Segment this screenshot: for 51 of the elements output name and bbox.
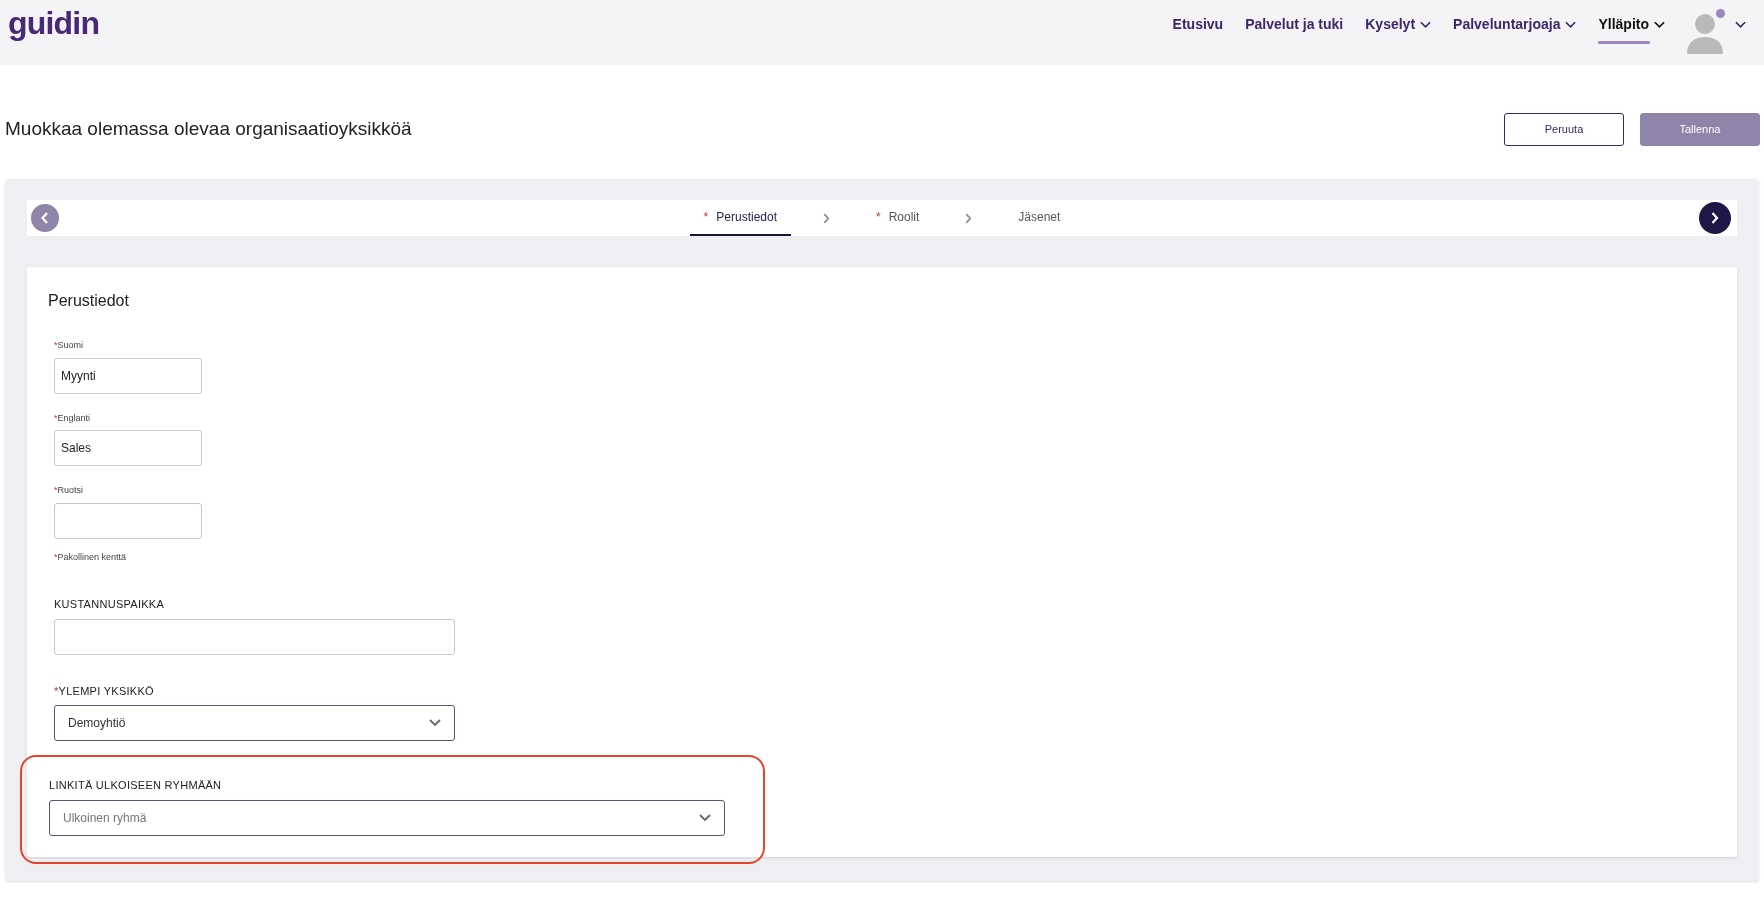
chevron-right-icon <box>965 212 973 224</box>
nav-link[interactable]: Ylläpito <box>1598 14 1665 35</box>
chevron-right-icon <box>1711 212 1719 224</box>
required-mark: * <box>54 411 58 425</box>
field-label: LINKITÄ ULKOISEEN RYHMÄÄN <box>49 778 222 793</box>
next-button[interactable] <box>1699 202 1731 234</box>
text-field[interactable] <box>54 618 455 655</box>
field-label: Suomi <box>57 339 84 352</box>
field-label: KUSTANNUSPAIKKA <box>54 597 165 612</box>
cancel-button[interactable]: Peruuta <box>1504 113 1624 146</box>
step-tab[interactable]: * Perustiedot <box>689 200 791 236</box>
step-tab[interactable]: * Roolit <box>862 200 934 236</box>
dropdown-field[interactable]: Demoyhtiö <box>54 705 455 741</box>
required-mark: * <box>54 339 58 352</box>
active-underline <box>1598 41 1651 44</box>
avatar-icon[interactable] <box>1687 11 1725 54</box>
text-field[interactable]: Myynti <box>54 357 202 394</box>
step-tab[interactable]: Jäsenet <box>1004 200 1075 236</box>
nav-link[interactable]: Palveluntarjoaja <box>1453 14 1577 35</box>
nav-link[interactable]: Kyselyt <box>1365 14 1432 35</box>
chevron-right-icon <box>823 212 830 224</box>
step-label: Jäsenet <box>1018 209 1061 226</box>
step-label: Perustiedot <box>716 209 777 226</box>
nav-link[interactable]: Etusivu <box>1172 14 1224 35</box>
required-mark: * <box>54 550 58 564</box>
chevron-down-icon <box>699 813 711 822</box>
chevron-left-icon <box>41 212 49 224</box>
nav-link[interactable]: Palvelut ja tuki <box>1245 14 1344 35</box>
page-title: Muokkaa olemassa olevaa organisaatioyksikköä <box>5 117 412 142</box>
text-field[interactable] <box>54 502 202 539</box>
chevron-down-icon <box>429 719 441 727</box>
chevron-down-icon <box>1420 20 1432 29</box>
step-label: Roolit <box>888 209 920 226</box>
required-mark: * <box>54 683 59 699</box>
required-mark: * <box>703 209 709 226</box>
chevron-down-icon <box>1654 20 1665 29</box>
dropdown-placeholder: Ulkoinen ryhmä <box>63 809 147 827</box>
chevron-down-icon <box>1565 20 1577 29</box>
dropdown-field[interactable]: Ulkoinen ryhmä <box>49 799 725 836</box>
required-mark: * <box>54 484 58 497</box>
card-title: Perustiedot <box>48 291 130 311</box>
field-label: YLEMPI YKSIKKÖ <box>58 683 154 699</box>
required-note: Pakollinen kenttä <box>57 550 127 564</box>
previous-button[interactable] <box>29 202 61 234</box>
dropdown-value: Demoyhtiö <box>68 715 126 732</box>
text-field[interactable]: Sales <box>54 430 202 466</box>
required-mark: * <box>876 209 881 226</box>
chevron-down-icon[interactable] <box>1735 20 1746 29</box>
field-label: Ruotsi <box>57 484 84 497</box>
field-label: Englanti <box>57 411 91 425</box>
logo[interactable]: guidin <box>8 0 100 47</box>
